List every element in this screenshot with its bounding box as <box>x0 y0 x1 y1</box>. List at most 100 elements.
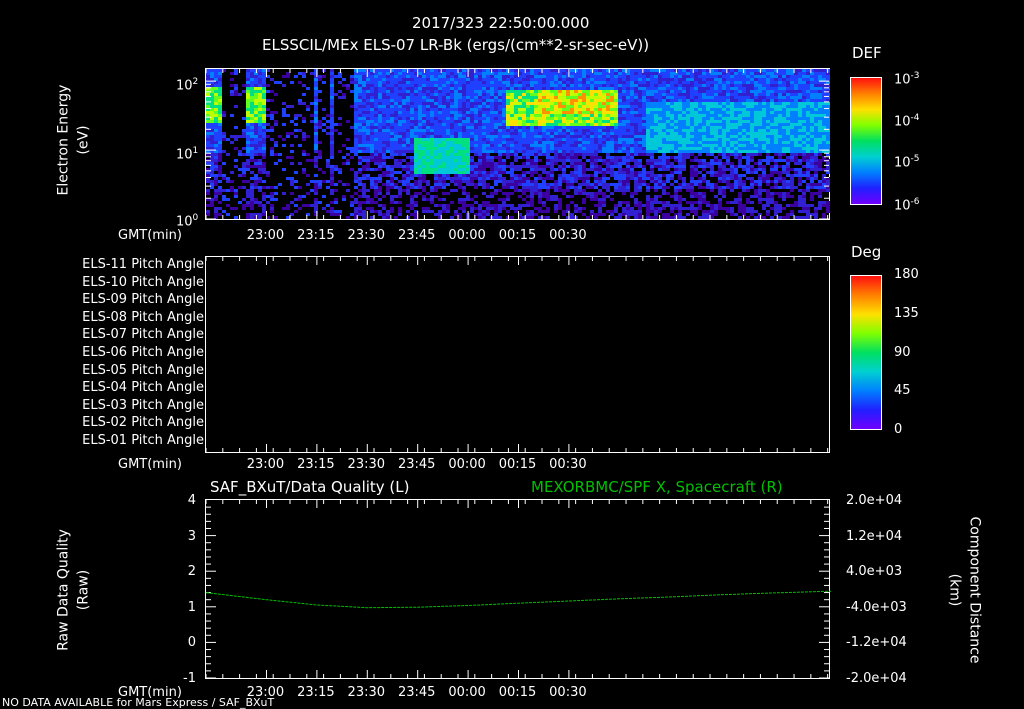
spectrogram-cell <box>462 117 466 120</box>
spectrogram-cell <box>642 150 646 153</box>
spectrogram-cell <box>434 204 438 207</box>
spectrogram-cell <box>566 123 570 126</box>
spectrogram-cell <box>526 165 530 168</box>
spectrogram-cell <box>466 123 470 126</box>
spectrogram-cell <box>742 207 746 210</box>
spectrogram-cell <box>562 171 566 174</box>
spectrogram-cell <box>674 99 678 102</box>
spectrogram-cell <box>706 105 710 108</box>
spectrogram-cell <box>414 129 418 132</box>
spectrogram-cell <box>626 171 630 174</box>
spectrogram-cell <box>506 150 510 153</box>
spectrogram-cell <box>522 120 526 123</box>
spectrogram-cell <box>418 78 422 81</box>
spectrogram-cell <box>246 129 250 132</box>
spectrogram-cell <box>666 141 670 144</box>
spectrogram-cell <box>506 153 510 156</box>
spectrogram-cell <box>382 135 386 138</box>
spectrogram-cell <box>662 78 666 81</box>
spectrogram-cell <box>558 141 562 144</box>
spectrogram-cell <box>662 69 666 72</box>
spectrogram-cell <box>714 141 718 144</box>
spectrogram-cell <box>562 93 566 96</box>
spectrogram-cell <box>602 195 606 198</box>
spectrogram-cell <box>698 72 702 75</box>
spectrogram-cell <box>370 198 374 201</box>
spectrogram-cell <box>638 204 642 207</box>
spectrogram-cell <box>538 168 542 171</box>
spectrogram-cell <box>334 183 338 186</box>
spectrogram-cell <box>550 141 554 144</box>
spectrogram-cell <box>246 84 250 87</box>
spectrogram-cell <box>438 156 442 159</box>
spectrogram-cell <box>598 90 602 93</box>
spectrogram-cell <box>490 96 494 99</box>
spectrogram-cell <box>582 111 586 114</box>
spectrogram-cell <box>642 108 646 111</box>
spectrogram-cell <box>598 129 602 132</box>
spectrogram-cell <box>538 87 542 90</box>
spectrogram-cell <box>330 117 334 120</box>
spectrogram-cell <box>610 210 614 213</box>
spectrogram-cell <box>506 192 510 195</box>
spectrogram-cell <box>366 177 370 180</box>
spectrogram-cell <box>410 105 414 108</box>
spectrogram-cell <box>626 87 630 90</box>
spectrogram-cell <box>310 120 314 123</box>
spectrogram-cell <box>670 204 674 207</box>
spectrogram-cell <box>358 207 362 210</box>
spectrogram-cell <box>714 84 718 87</box>
spectrogram-cell <box>474 114 478 117</box>
spectrogram-cell <box>694 180 698 183</box>
spectrogram-cell <box>470 204 474 207</box>
spectrogram-cell <box>718 168 722 171</box>
spectrogram-cell <box>734 69 738 72</box>
spectrogram-cell <box>506 195 510 198</box>
spectrogram-cell <box>482 192 486 195</box>
spectrogram-cell <box>366 168 370 171</box>
spectrogram-cell <box>434 120 438 123</box>
spectrogram-cell <box>370 126 374 129</box>
spectrogram-cell <box>582 129 586 132</box>
spectrogram-cell <box>254 120 258 123</box>
spectrogram-cell <box>626 108 630 111</box>
spectrogram-cell <box>430 129 434 132</box>
spectrogram-cell <box>426 108 430 111</box>
spectrogram-cell <box>526 162 530 165</box>
spectrogram-cell <box>382 93 386 96</box>
spectrogram-cell <box>506 171 510 174</box>
spectrogram-cell <box>206 147 210 150</box>
spectrogram-cell <box>442 129 446 132</box>
spectrogram-cell <box>406 102 410 105</box>
spectrogram-cell <box>578 150 582 153</box>
spectrogram-cell <box>578 117 582 120</box>
spectrogram-cell <box>406 186 410 189</box>
spectrogram-cell <box>370 186 374 189</box>
spectrogram-cell <box>666 165 670 168</box>
spectrogram-cell <box>486 147 490 150</box>
spectrogram-cell <box>318 123 322 126</box>
spectrogram-cell <box>666 168 670 171</box>
spectrogram-cell <box>474 150 478 153</box>
spectrogram-cell <box>426 147 430 150</box>
spectrogram-cell <box>414 111 418 114</box>
spectrogram-cell <box>382 114 386 117</box>
spectrogram-cell <box>674 93 678 96</box>
spectrogram-cell <box>630 123 634 126</box>
spectrogram-cell <box>322 117 326 120</box>
spectrogram-cell <box>586 126 590 129</box>
spectrogram-cell <box>502 111 506 114</box>
spectrogram-cell <box>666 204 670 207</box>
spectrogram-cell <box>714 111 718 114</box>
spectrogram-cell <box>218 144 222 147</box>
spectrogram-canvas <box>205 69 830 220</box>
spectrogram-cell <box>478 216 482 219</box>
spectrogram-cell <box>494 81 498 84</box>
spectrogram-cell <box>514 138 518 141</box>
spectrogram-cell <box>486 135 490 138</box>
spectrogram-cell <box>542 117 546 120</box>
spectrogram-cell <box>666 78 670 81</box>
spectrogram-cell <box>390 153 394 156</box>
spectrogram-cell <box>510 126 514 129</box>
spectrogram-cell <box>458 96 462 99</box>
